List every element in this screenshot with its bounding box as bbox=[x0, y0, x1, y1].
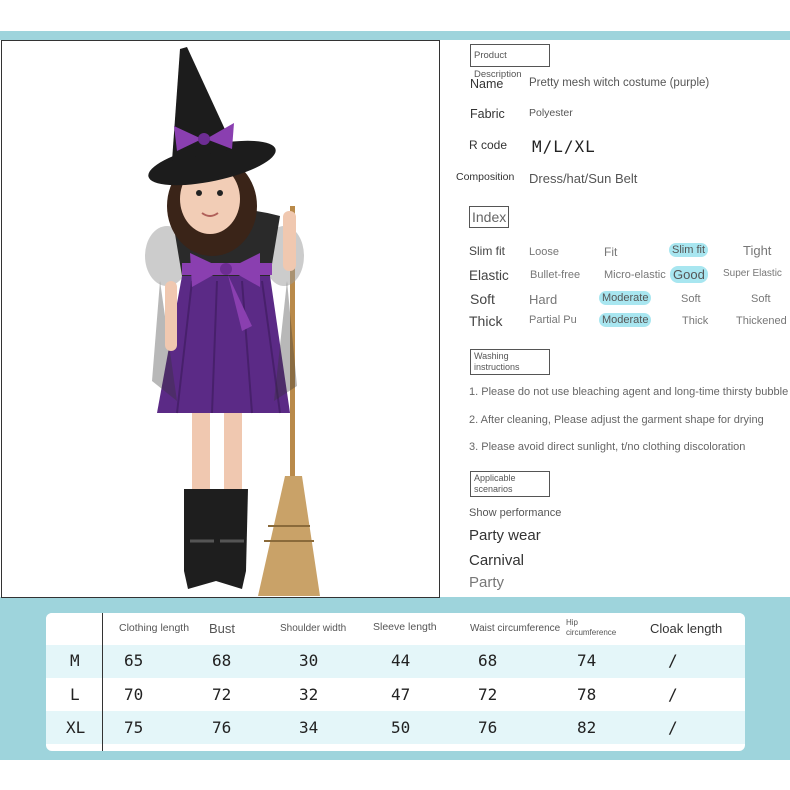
size-label: XL bbox=[66, 718, 86, 737]
product-info-panel: Product Description Name Pretty mesh wit… bbox=[445, 40, 790, 596]
table-cell: 32 bbox=[299, 685, 319, 704]
washing-item: 1. Please do not use bleaching agent and… bbox=[469, 386, 789, 398]
table-header-row: Clothing length Bust Shoulder width Slee… bbox=[46, 613, 745, 645]
index-option: Bullet-free bbox=[530, 269, 581, 281]
name-label: Name bbox=[470, 77, 504, 91]
fabric-label: Fabric bbox=[470, 107, 505, 121]
index-option: Thickened bbox=[736, 315, 787, 327]
column-header: Cloak length bbox=[650, 621, 723, 636]
table-cell: / bbox=[668, 651, 678, 670]
table-cell: 76 bbox=[478, 718, 498, 737]
composition-value: Dress/hat/Sun Belt bbox=[529, 171, 638, 186]
table-cell: 76 bbox=[212, 718, 232, 737]
table-cell: 74 bbox=[577, 651, 597, 670]
name-value: Pretty mesh witch costume (purple) bbox=[529, 77, 710, 89]
index-option-selected: Good bbox=[670, 266, 708, 283]
table-row: XL 75 76 34 50 76 82 / bbox=[46, 711, 745, 744]
column-header: Shoulder width bbox=[280, 623, 347, 634]
product-description-header: Product Description bbox=[470, 44, 550, 80]
table-cell: 44 bbox=[391, 651, 411, 670]
index-option: Hard bbox=[529, 292, 558, 307]
table-cell: 68 bbox=[212, 651, 232, 670]
index-option: Soft bbox=[681, 293, 701, 305]
index-key-soft: Soft bbox=[470, 291, 495, 307]
table-cell: 30 bbox=[299, 651, 319, 670]
index-key-thick: Thick bbox=[469, 313, 503, 329]
index-option: Soft bbox=[751, 293, 771, 305]
size-chart-table: Clothing length Bust Shoulder width Slee… bbox=[46, 613, 745, 751]
composition-label: Composition bbox=[456, 171, 515, 183]
table-row: M 65 68 30 44 68 74 / bbox=[46, 645, 745, 678]
index-option: Partial Pu bbox=[529, 314, 577, 326]
column-header: Bust bbox=[209, 621, 236, 636]
table-cell: 75 bbox=[124, 718, 144, 737]
index-option: Super Elastic bbox=[723, 268, 782, 279]
table-divider bbox=[102, 613, 103, 751]
scenario-item: Carnival bbox=[469, 552, 525, 569]
table-cell: 78 bbox=[577, 685, 597, 704]
scenarios-header: Applicable scenarios bbox=[470, 471, 550, 497]
index-option: Fit bbox=[604, 245, 618, 259]
table-cell: 68 bbox=[478, 651, 498, 670]
index-option-selected: Slim fit bbox=[669, 243, 708, 257]
witch-costume-illustration bbox=[145, 47, 320, 596]
broom-bristles bbox=[258, 476, 320, 596]
table-cell: 47 bbox=[391, 685, 411, 704]
index-option-selected: Moderate bbox=[599, 313, 652, 327]
fabric-value: Polyester bbox=[529, 107, 573, 119]
table-cell: 72 bbox=[478, 685, 498, 704]
table-row: L 70 72 32 47 72 78 / bbox=[46, 678, 745, 711]
right-boot bbox=[216, 489, 248, 589]
index-header: Index bbox=[469, 206, 510, 228]
size-label: M bbox=[70, 651, 80, 670]
index-option: Micro-elastic bbox=[604, 269, 666, 281]
index-option: Tight bbox=[743, 243, 772, 258]
index-option: Thick bbox=[682, 315, 709, 327]
size-code-label: R code bbox=[469, 138, 508, 152]
index-option-selected: Moderate bbox=[599, 291, 652, 305]
table-cell: / bbox=[668, 685, 678, 704]
size-label: L bbox=[70, 685, 80, 704]
table-cell: 72 bbox=[212, 685, 232, 704]
index-key-fit: Slim fit bbox=[469, 244, 505, 258]
column-header: Sleeve length bbox=[373, 621, 437, 633]
index-option: Loose bbox=[529, 246, 559, 258]
table-cell: 82 bbox=[577, 718, 597, 737]
column-header: Hip circumference bbox=[566, 618, 617, 637]
left-boot bbox=[184, 489, 216, 589]
product-photo bbox=[1, 40, 440, 598]
column-header: Clothing length bbox=[119, 622, 190, 634]
washing-item: 3. Please avoid direct sunlight, t/no cl… bbox=[469, 441, 746, 453]
table-cell: 50 bbox=[391, 718, 411, 737]
column-header: Waist circumference bbox=[470, 623, 561, 634]
washing-item: 2. After cleaning, Please adjust the gar… bbox=[469, 414, 764, 426]
table-cell: / bbox=[668, 718, 678, 737]
table-cell: 70 bbox=[124, 685, 144, 704]
scenario-item: Party wear bbox=[469, 527, 541, 544]
table-cell: 34 bbox=[299, 718, 319, 737]
scenario-item: Party bbox=[469, 574, 505, 591]
washing-header: Washing instructions bbox=[470, 349, 550, 375]
size-code-value: M/L/XL bbox=[532, 137, 596, 156]
top-accent-band bbox=[0, 31, 790, 40]
table-cell: 65 bbox=[124, 651, 144, 670]
index-key-elastic: Elastic bbox=[469, 268, 509, 283]
scenario-item: Show performance bbox=[469, 507, 562, 519]
